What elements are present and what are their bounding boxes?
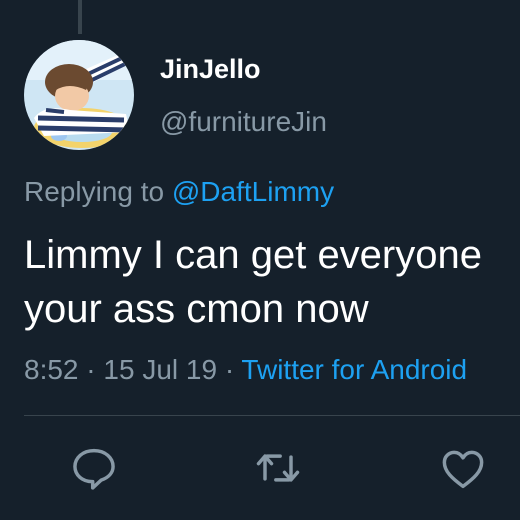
avatar[interactable] bbox=[24, 40, 134, 150]
tweet-date: 15 Jul 19 bbox=[103, 354, 218, 385]
heart-outline-icon bbox=[442, 450, 484, 489]
tweet-text-line: Limmy I can get everyone bbox=[24, 233, 482, 277]
like-button[interactable] bbox=[437, 442, 489, 494]
speech-bubble-icon bbox=[73, 448, 115, 490]
replying-to-label: Replying to bbox=[24, 176, 165, 207]
meta-separator: · bbox=[224, 354, 235, 385]
meta-separator: · bbox=[86, 354, 96, 385]
tweet-text: Limmy I can get everyone your ass cmon n… bbox=[24, 228, 520, 336]
replying-to-line: Replying to @DaftLimmy bbox=[24, 176, 334, 208]
tweet-detail-screen: JinJello @furnitureJin Replying to @Daft… bbox=[0, 0, 520, 520]
thread-connector-line bbox=[78, 0, 82, 34]
retweet-button[interactable] bbox=[252, 442, 304, 494]
reply-button[interactable] bbox=[68, 442, 120, 494]
replying-to-mention-link[interactable]: @DaftLimmy bbox=[172, 176, 334, 207]
tweet-text-line: your ass cmon now bbox=[24, 287, 369, 331]
tweet-meta: 8:52 · 15 Jul 19 · Twitter for Android bbox=[24, 354, 467, 386]
divider bbox=[24, 415, 520, 416]
tweet-time: 8:52 bbox=[24, 354, 79, 385]
avatar-image bbox=[24, 40, 134, 150]
tweet-source-link[interactable]: Twitter for Android bbox=[241, 354, 467, 385]
author-handle[interactable]: @furnitureJin bbox=[160, 106, 327, 138]
author-display-name[interactable]: JinJello bbox=[160, 54, 261, 85]
retweet-arrows-icon bbox=[256, 454, 300, 482]
